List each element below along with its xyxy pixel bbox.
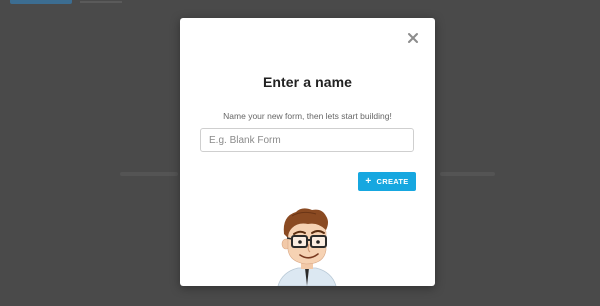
close-icon <box>408 33 418 43</box>
background-tab-secondary <box>80 1 122 3</box>
background-text-left <box>120 172 178 176</box>
background-tab <box>10 0 72 4</box>
dialog-title: Enter a name <box>262 74 353 90</box>
form-name-input[interactable] <box>200 128 414 152</box>
mascot-icon <box>277 208 337 286</box>
dialog-subtitle: Name your new form, then lets start buil… <box>223 111 392 121</box>
mascot-illustration <box>272 206 342 286</box>
background-text-right <box>440 172 495 176</box>
create-button[interactable]: + CREATE <box>358 172 416 191</box>
enter-name-dialog: Enter a name Name your new form, then le… <box>180 18 435 286</box>
close-button[interactable] <box>405 30 421 46</box>
create-button-label: CREATE <box>376 177 409 186</box>
plus-icon: + <box>365 175 372 187</box>
